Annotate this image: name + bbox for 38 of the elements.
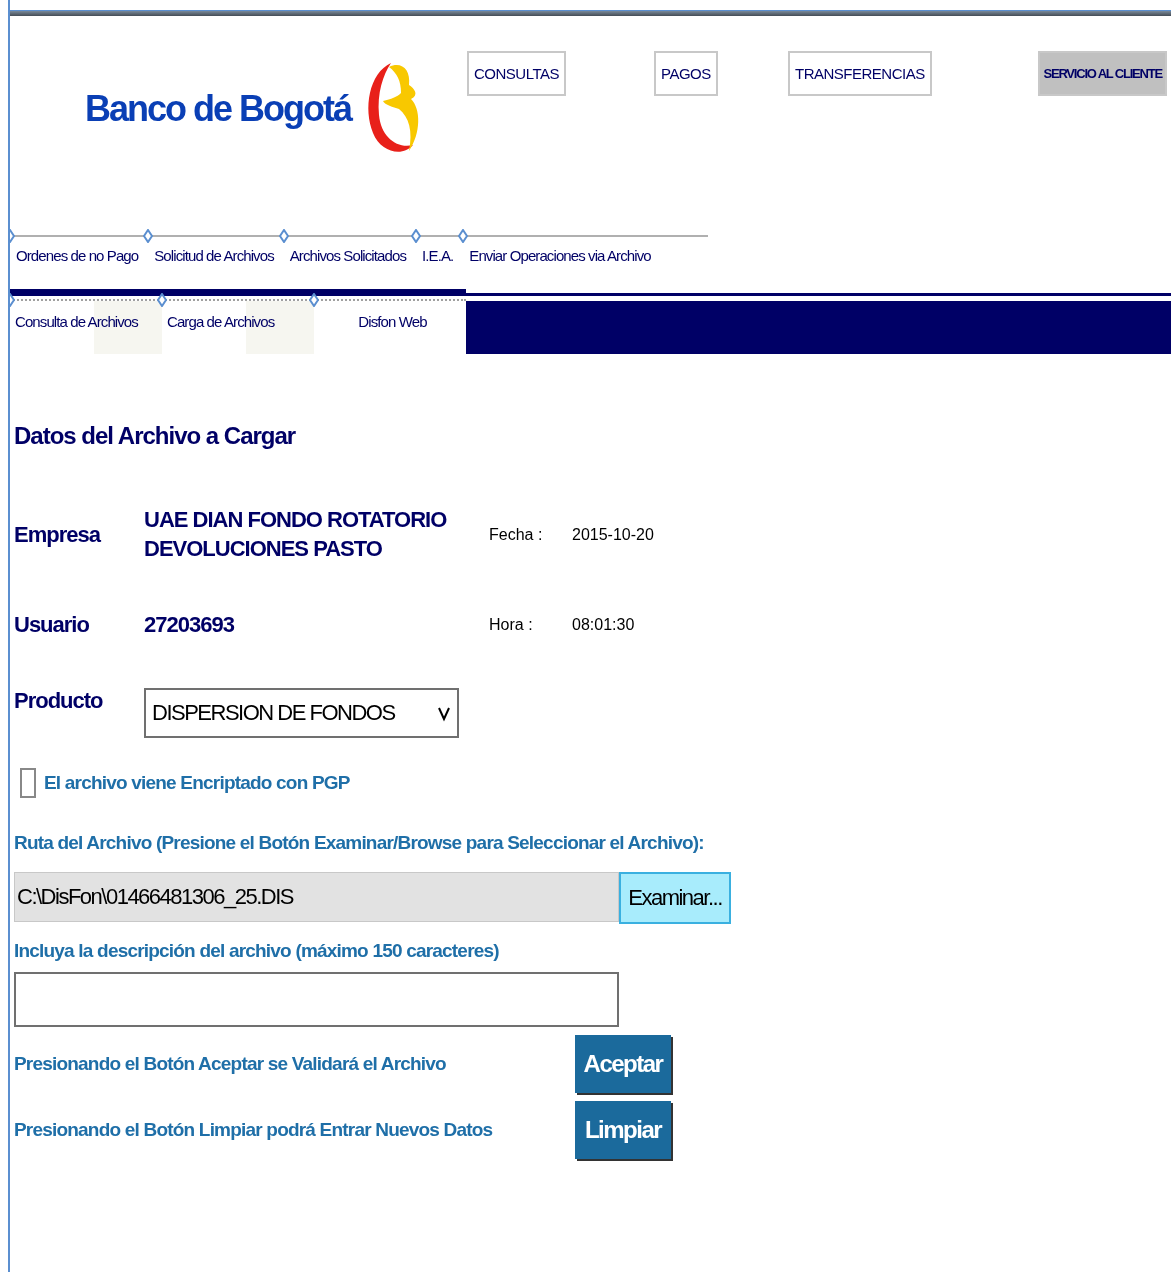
field-label: Ruta del Archivo (Presione el Botón Examinar/Browse para Seleccionar el Archivo): <box>14 831 705 854</box>
product-dropdown[interactable]: DISPERSION DE FONDOS <box>144 687 459 738</box>
submenu-link[interactable]: Disfon Web <box>358 313 427 330</box>
menu-link[interactable]: Archivos Solicitados <box>289 247 406 264</box>
top-nav-button[interactable]: CONSULTAS <box>467 51 566 96</box>
field-label: Incluya la descripción del archivo (máximo 150 caracteres) <box>14 939 500 962</box>
menu-link[interactable]: Enviar Operaciones via Archivo <box>469 247 651 264</box>
menu-link[interactable]: Solicitud de Archivos <box>154 247 274 264</box>
action-button[interactable]: Aceptar <box>575 1034 671 1093</box>
instruction-text: Presionando el Botón Aceptar se Validará el Archivo <box>14 1052 447 1075</box>
top-nav-button[interactable]: SERVICIO AL CLIENTE <box>1038 51 1167 96</box>
field-label: Usuario <box>14 612 90 639</box>
checkbox[interactable] <box>20 767 36 798</box>
time-value: 08:01:30 <box>572 616 636 635</box>
section-title: Datos del Archivo a Cargar <box>14 422 297 450</box>
user-id: 27203693 <box>144 611 235 640</box>
date-value: 2015-10-20 <box>572 525 655 544</box>
field-label: Producto <box>14 687 104 714</box>
company-name: UAE DIAN FONDO ROTATORIO DEVOLUCIONES PASTO <box>144 506 448 563</box>
diamond-icon <box>458 229 469 243</box>
menu-link[interactable]: I.E.A. <box>422 247 454 264</box>
logo-text: Banco de Bogotá <box>85 88 351 130</box>
file-path-field[interactable]: C:\DisFon\01466481306_25.DIS <box>14 871 619 922</box>
field-label: Hora : <box>489 616 534 635</box>
diamond-icon <box>143 229 154 243</box>
field-label: Empresa <box>14 521 102 548</box>
top-nav-button[interactable]: PAGOS <box>654 51 718 96</box>
browse-button[interactable]: Examinar... <box>619 871 731 924</box>
action-button[interactable]: Limpiar <box>575 1100 671 1159</box>
menu-link[interactable]: Ordenes de no Pago <box>16 247 139 264</box>
diamond-icon <box>278 229 289 243</box>
diamond-icon <box>157 293 167 307</box>
field-label: Fecha : <box>489 525 544 544</box>
checkbox-label: El archivo viene Encriptado con PGP <box>44 771 350 794</box>
description-field[interactable] <box>14 971 619 1027</box>
instruction-text: Presionando el Botón Limpiar podrá Entrar Nuevos Datos <box>14 1118 494 1141</box>
diamond-icon <box>411 229 421 243</box>
top-nav-button[interactable]: TRANSFERENCIAS <box>788 51 932 96</box>
